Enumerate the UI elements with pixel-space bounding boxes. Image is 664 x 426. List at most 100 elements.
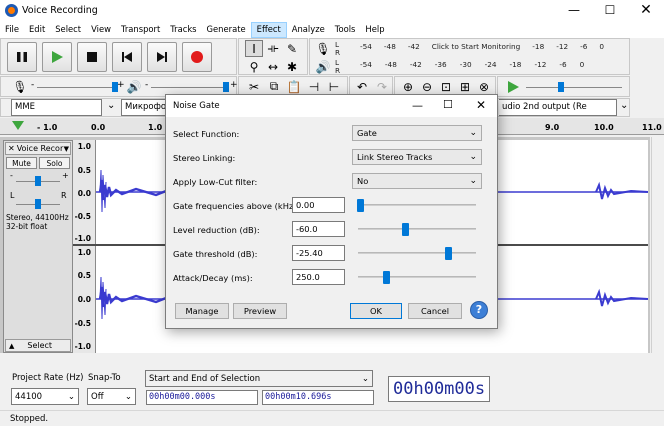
menu-tracks[interactable]: Tracks xyxy=(165,22,201,38)
channel1-amplitude-ruler[interactable]: 1.0 0.5 0.0 -0.5 -1.0 xyxy=(73,140,96,244)
record-button[interactable] xyxy=(182,41,212,72)
play-button[interactable] xyxy=(42,41,72,72)
select-track-button[interactable]: ▲ Select xyxy=(5,339,71,352)
mute-button[interactable]: Mute xyxy=(6,157,37,169)
playback-device-value: udio 2nd output (Re xyxy=(502,102,587,112)
gate-threshold-thumb[interactable] xyxy=(444,247,452,260)
zoom-out-icon[interactable]: ⊖ xyxy=(418,78,436,95)
audio-host-select[interactable]: MME xyxy=(11,99,102,116)
copy-icon[interactable]: ⧉ xyxy=(265,78,283,95)
playback-device-select[interactable]: udio 2nd output (Re xyxy=(499,99,617,116)
track-name-bar[interactable]: ✕ Voice Recor ▼ xyxy=(5,142,71,155)
ok-button[interactable]: OK xyxy=(350,303,402,319)
chevron-down-icon[interactable]: ⌄ xyxy=(620,100,628,111)
microphone-icon[interactable]: 🎙 xyxy=(314,40,332,57)
gate-threshold-input[interactable]: -25.40 xyxy=(292,245,345,261)
skip-to-start-button[interactable] xyxy=(112,41,142,72)
selection-start-time[interactable]: 00h00m00.000s xyxy=(146,390,258,405)
cut-icon[interactable]: ✂ xyxy=(245,78,263,95)
stereo-linking-dropdown[interactable]: Link Stereo Tracks ⌄ xyxy=(352,149,482,165)
zoom-in-icon[interactable]: ⊕ xyxy=(399,78,417,95)
dialog-close-icon[interactable]: ✕ xyxy=(476,98,486,112)
low-cut-filter-dropdown[interactable]: No ⌄ xyxy=(352,173,482,189)
dialog-minimize-icon[interactable]: — xyxy=(412,99,423,112)
audio-position-display[interactable]: 00h00m00s xyxy=(388,376,491,402)
menu-transport[interactable]: Transport xyxy=(116,22,165,38)
dialog-title-bar[interactable]: Noise Gate — ☐ ✕ xyxy=(166,95,497,117)
menu-edit[interactable]: Edit xyxy=(24,22,50,38)
minimize-icon[interactable]: — xyxy=(556,0,592,22)
level-reduction-input[interactable]: -60.0 xyxy=(292,221,345,237)
skip-to-end-button[interactable] xyxy=(147,41,177,72)
play-speed-thumb[interactable] xyxy=(558,82,564,92)
paste-icon[interactable]: 📋 xyxy=(285,78,303,95)
menu-generate[interactable]: Generate xyxy=(202,22,251,38)
menu-help[interactable]: Help xyxy=(360,22,389,38)
attack-decay-slider[interactable] xyxy=(358,276,476,278)
track-control-panel[interactable]: ✕ Voice Recor ▼ Mute Solo - + L R Stereo… xyxy=(3,140,73,353)
select-function-dropdown[interactable]: Gate ⌄ xyxy=(352,125,482,141)
recording-device-select[interactable]: Микрофон xyxy=(121,99,167,116)
start-monitoring-label[interactable]: Click to Start Monitoring xyxy=(432,42,521,51)
collapse-triangle-icon[interactable]: ▲ xyxy=(6,342,17,350)
pause-button[interactable] xyxy=(7,41,37,72)
redo-icon[interactable]: ↷ xyxy=(373,78,391,95)
selection-mode-select[interactable]: Start and End of Selection ⌄ xyxy=(145,370,373,387)
menu-effect[interactable]: Effect xyxy=(250,22,287,38)
speaker-icon[interactable]: 🔊 xyxy=(314,58,332,75)
speaker-volume-thumb[interactable] xyxy=(223,82,229,92)
gate-frequency-slider[interactable] xyxy=(358,204,476,206)
gain-slider-thumb[interactable] xyxy=(35,176,41,186)
menu-select[interactable]: Select xyxy=(50,22,86,38)
play-at-speed-icon[interactable] xyxy=(504,78,522,95)
playback-meter-scale[interactable]: -54 -48 -42 -36 -30 -24 -18 -12 -6 0 xyxy=(360,60,584,69)
menu-analyze[interactable]: Analyze xyxy=(287,22,330,38)
undo-icon[interactable]: ↶ xyxy=(353,78,371,95)
trim-icon[interactable]: ⊣ xyxy=(305,78,323,95)
mic-volume-slider[interactable] xyxy=(37,87,115,88)
snap-to-select[interactable]: Off ⌄ xyxy=(87,388,136,405)
fit-selection-icon[interactable]: ⊡ xyxy=(437,78,455,95)
help-button[interactable]: ? xyxy=(470,301,488,319)
silence-icon[interactable]: ⊢ xyxy=(325,78,343,95)
selection-end-time[interactable]: 00h00m10.696s xyxy=(262,390,374,405)
manage-button[interactable]: Manage xyxy=(175,303,229,319)
gate-frequency-input[interactable]: 0.00 xyxy=(292,197,345,213)
level-reduction-slider[interactable] xyxy=(358,228,476,230)
track-name[interactable]: Voice Recor xyxy=(17,144,64,153)
dialog-maximize-icon[interactable]: ☐ xyxy=(443,98,453,111)
envelope-tool-icon[interactable]: ⟛ xyxy=(264,40,282,57)
attack-decay-thumb[interactable] xyxy=(383,271,391,284)
maximize-icon[interactable]: ☐ xyxy=(592,0,628,22)
preview-button[interactable]: Preview xyxy=(233,303,287,319)
project-rate-select[interactable]: 44100 ⌄ xyxy=(11,388,79,405)
pin-head-icon[interactable] xyxy=(12,121,24,131)
attack-decay-input[interactable]: 250.0 xyxy=(292,269,345,285)
menu-tools[interactable]: Tools xyxy=(330,22,361,38)
cancel-button[interactable]: Cancel xyxy=(408,303,462,319)
draw-tool-icon[interactable]: ✎ xyxy=(283,40,301,57)
play-speed-slider[interactable] xyxy=(526,87,622,88)
track-close-icon[interactable]: ✕ xyxy=(6,144,17,153)
close-icon[interactable]: ✕ xyxy=(628,0,664,22)
multi-tool-icon[interactable]: ✱ xyxy=(283,58,301,75)
speaker-volume-slider[interactable] xyxy=(151,87,229,88)
gate-frequency-thumb[interactable] xyxy=(357,199,365,212)
meter-tick: -6 xyxy=(580,42,588,51)
pan-slider-thumb[interactable] xyxy=(35,199,41,209)
channel2-amplitude-ruler[interactable]: 1.0 0.5 0.0 -0.5 -1.0 xyxy=(73,246,96,353)
track-menu-icon[interactable]: ▼ xyxy=(64,145,70,153)
vertical-scrollbar[interactable] xyxy=(651,137,664,353)
gate-threshold-slider[interactable] xyxy=(358,252,476,254)
menu-file[interactable]: File xyxy=(0,22,24,38)
time-shift-tool-icon[interactable]: ↔ xyxy=(264,58,282,75)
fit-project-icon[interactable]: ⊞ xyxy=(456,78,474,95)
record-meter-scale[interactable]: -54 -48 -42 Click to Start Monitoring -1… xyxy=(360,42,604,51)
stop-button[interactable] xyxy=(77,41,107,72)
menu-view[interactable]: View xyxy=(86,22,116,38)
zoom-tool-icon[interactable]: ⚲ xyxy=(245,58,263,75)
solo-button[interactable]: Solo xyxy=(39,157,70,169)
selection-tool-icon[interactable]: I xyxy=(245,40,263,57)
zoom-toggle-icon[interactable]: ⊗ xyxy=(475,78,493,95)
level-reduction-thumb[interactable] xyxy=(402,223,410,236)
